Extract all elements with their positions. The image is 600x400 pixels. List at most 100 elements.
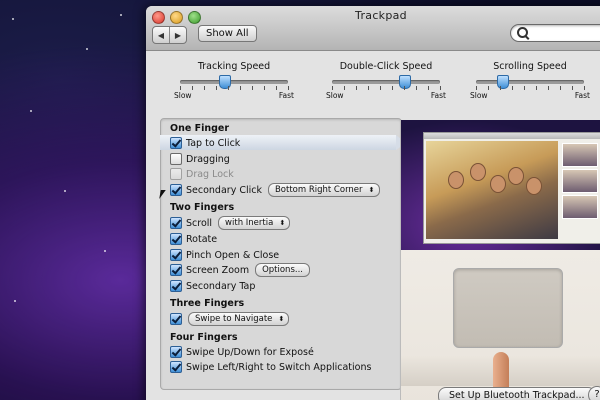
tap-to-click-checkbox[interactable] (170, 137, 182, 149)
pinch-checkbox[interactable] (170, 249, 182, 261)
preview-screen (401, 120, 600, 250)
slider-tick (215, 86, 217, 90)
secondary-click-popup[interactable]: Bottom Right Corner (267, 183, 380, 197)
option-label: Swipe Up/Down for Exposé (186, 346, 314, 358)
back-arrow-icon[interactable]: ◀ (153, 27, 169, 43)
drag-lock-checkbox (170, 168, 182, 180)
slider-tick (251, 86, 253, 90)
scroll-checkbox[interactable] (170, 217, 182, 229)
four-fingers-header: Four Fingers (170, 332, 238, 343)
dragging-option[interactable]: Dragging (170, 152, 230, 166)
slider-tick (288, 86, 289, 90)
slider-tick (500, 86, 501, 90)
swipe-leftright-checkbox[interactable] (170, 361, 182, 373)
screen-zoom-checkbox[interactable] (170, 264, 182, 276)
slider-tick (524, 86, 525, 90)
secondary-tap-checkbox[interactable] (170, 280, 182, 292)
pinch-option[interactable]: Pinch Open & Close (170, 248, 279, 262)
screen-zoom-options-button[interactable]: Options... (255, 263, 310, 277)
tap-to-click-option[interactable]: Tap to Click (170, 136, 240, 150)
search-icon (517, 27, 528, 38)
option-label: Rotate (186, 233, 218, 245)
option-label: Screen Zoom (186, 264, 250, 276)
slider-tick (180, 86, 181, 90)
drag-lock-option: Drag Lock (170, 167, 234, 181)
tracking-speed-slider[interactable] (180, 75, 288, 89)
scroll-option[interactable]: Scroll with Inertia (170, 216, 291, 230)
one-finger-header: One Finger (170, 123, 230, 134)
slider-tick (264, 86, 265, 90)
three-fingers-header: Three Fingers (170, 298, 245, 309)
swipe-leftright-option[interactable]: Swipe Left/Right to Switch Applications (170, 360, 371, 374)
slider-ticks (476, 86, 585, 90)
forward-arrow-icon[interactable]: ▶ (169, 27, 186, 43)
scroll-inertia-popup[interactable]: with Inertia (218, 216, 291, 230)
double-click-speed-slider-group: Double-Click Speed Slow Fast (326, 61, 446, 100)
search-field[interactable] (510, 24, 600, 42)
gesture-preview-video (400, 120, 600, 400)
secondary-click-option[interactable]: Secondary Click Bottom Right Corner (170, 183, 380, 197)
slider-tick (440, 86, 441, 90)
option-label: Drag Lock (186, 168, 234, 180)
tracking-speed-slider-group: Tracking Speed Slow Fast (174, 61, 294, 100)
scrolling-speed-slider[interactable] (476, 75, 584, 89)
slider-title: Tracking Speed (197, 61, 271, 72)
dragging-checkbox[interactable] (170, 153, 182, 165)
preview-trackpad (453, 268, 563, 348)
two-fingers-header: Two Fingers (170, 202, 235, 213)
three-finger-swipe-popup[interactable]: Swipe to Navigate (188, 312, 290, 326)
setup-bluetooth-trackpad-button[interactable]: Set Up Bluetooth Trackpad... (438, 387, 596, 400)
slider-tick (392, 86, 393, 90)
option-label: Dragging (186, 153, 230, 165)
slider-tick (228, 86, 229, 90)
nav-buttons: ◀ ▶ (152, 26, 187, 44)
slider-tick (572, 86, 573, 90)
trackpad-preferences-window: Trackpad ◀ ▶ Show All Tracking Speed Slo… (146, 6, 600, 400)
slider-min-label: Slow (174, 91, 192, 100)
option-label: Scroll (186, 217, 213, 229)
slider-ticks (180, 86, 289, 90)
swipe-updown-option[interactable]: Swipe Up/Down for Exposé (170, 345, 314, 359)
slider-tick (547, 86, 549, 90)
show-all-button[interactable]: Show All (198, 25, 257, 42)
slider-ticks (332, 86, 441, 90)
help-button[interactable]: ? (588, 386, 600, 400)
secondary-tap-option[interactable]: Secondary Tap (170, 279, 255, 293)
title-bar: Trackpad ◀ ▶ Show All (146, 6, 600, 51)
slider-tick (204, 86, 205, 90)
rotate-checkbox[interactable] (170, 233, 182, 245)
slider-tick (476, 86, 477, 90)
secondary-click-checkbox[interactable] (170, 184, 182, 196)
slider-tick (536, 86, 537, 90)
slider-tick (584, 86, 585, 90)
option-label: Secondary Click (186, 184, 262, 196)
slider-min-label: Slow (470, 91, 488, 100)
slider-tick (367, 86, 369, 90)
slider-tick (192, 86, 193, 90)
window-title: Trackpad (355, 9, 407, 22)
option-label: Pinch Open & Close (186, 249, 280, 261)
preview-photo (426, 141, 558, 239)
three-finger-swipe-option[interactable]: Swipe to Navigate (170, 312, 290, 326)
preview-finger (493, 352, 509, 392)
screen-zoom-option[interactable]: Screen Zoom Options... (170, 263, 310, 277)
slider-title: Double-Click Speed (339, 61, 433, 72)
slider-tick (276, 86, 277, 90)
option-label: Tap to Click (186, 137, 241, 149)
double-click-speed-slider[interactable] (332, 75, 440, 89)
slider-tick (380, 86, 381, 90)
slider-tick (511, 86, 513, 90)
slider-tick (403, 86, 405, 90)
slider-max-label: Fast (574, 91, 590, 100)
slider-tick (560, 86, 561, 90)
three-finger-swipe-checkbox[interactable] (170, 313, 182, 325)
scrolling-speed-slider-group: Scrolling Speed Slow Fast (470, 61, 590, 100)
slider-tick (428, 86, 429, 90)
swipe-updown-checkbox[interactable] (170, 346, 182, 358)
slider-tick (416, 86, 417, 90)
slider-tick (344, 86, 345, 90)
option-label: Swipe Left/Right to Switch Applications (186, 361, 372, 373)
rotate-option[interactable]: Rotate (170, 232, 217, 246)
slider-tick (332, 86, 333, 90)
slider-max-label: Fast (430, 91, 446, 100)
